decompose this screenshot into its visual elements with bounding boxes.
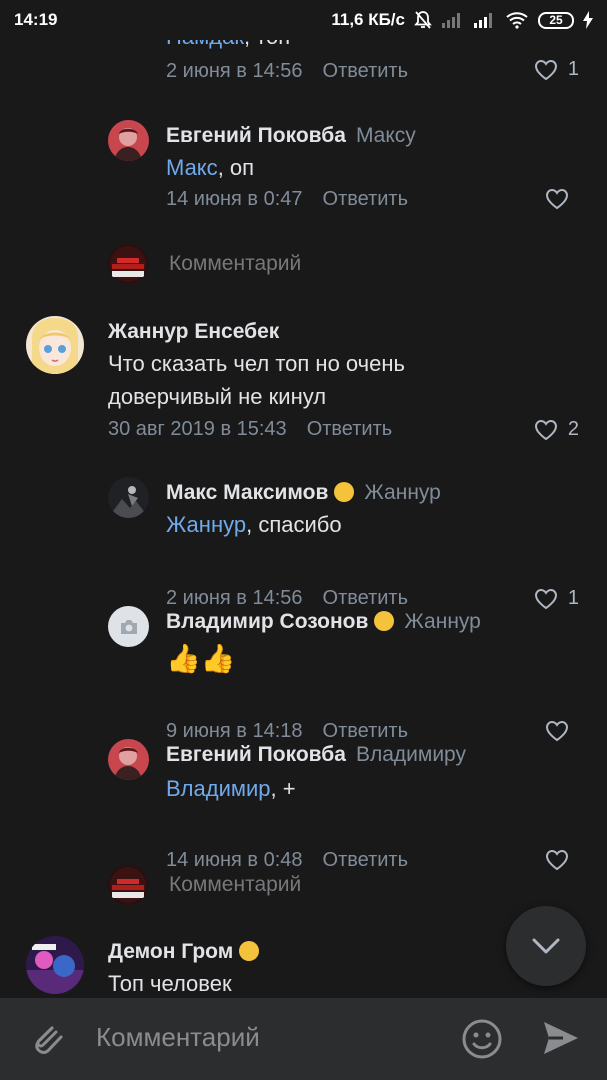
camera-icon — [120, 619, 137, 634]
comment-text: Намдак, топ — [166, 40, 607, 53]
comment-meta: 2 июня в 14:56 Ответить — [166, 60, 408, 83]
comment-text: Что сказать чел топ но очень доверчивый … — [108, 351, 405, 409]
like-count: 1 — [567, 58, 579, 80]
avatar[interactable] — [108, 120, 149, 161]
like-button[interactable] — [545, 188, 579, 210]
reply-to: Жаннур — [364, 481, 441, 504]
author-name[interactable]: Макс Максимов — [166, 481, 328, 504]
avatar[interactable] — [108, 606, 149, 647]
status-bar: 14:19 11,6 КБ/с 25 — [0, 0, 607, 40]
reply-prompt[interactable]: Комментарий — [0, 865, 607, 907]
comment-item: Жаннур Енсебек Что сказать чел топ но оч… — [0, 316, 607, 446]
battery-icon: 25 — [538, 11, 574, 29]
avatar[interactable] — [108, 477, 149, 518]
avatar[interactable] — [26, 316, 84, 374]
my-avatar — [108, 244, 148, 284]
emoji-smile-icon[interactable] — [461, 1018, 503, 1065]
mention-link[interactable]: Намдак — [166, 40, 244, 49]
author-name[interactable]: Евгений Поковба — [166, 124, 346, 147]
sunglasses-emoji-icon — [374, 611, 395, 631]
reply-prompt-label[interactable]: Комментарий — [169, 873, 301, 897]
comment-meta: 14 июня в 0:47 Ответить — [166, 188, 408, 211]
comment-author: Жаннур Енсебек — [108, 320, 279, 344]
reply-button[interactable]: Ответить — [323, 60, 409, 82]
comment-meta: 30 авг 2019 в 15:43 Ответить — [108, 418, 392, 441]
mute-icon — [414, 10, 432, 30]
author-name[interactable]: Евгений Поковба — [166, 743, 346, 766]
status-right: 11,6 КБ/с 25 — [331, 10, 593, 30]
wifi-icon — [505, 11, 529, 29]
signal-icon — [441, 11, 463, 29]
reply-to: Максу — [355, 124, 416, 147]
author-name[interactable]: Владимир Созонов — [166, 610, 368, 633]
reply-prompt[interactable]: Комментарий — [0, 244, 607, 286]
chevron-down-icon — [532, 938, 560, 954]
like-button[interactable]: 2 — [534, 418, 579, 441]
author-name[interactable]: Демон Гром — [108, 940, 233, 963]
comment-author: Демон Гром — [108, 940, 260, 964]
comment-text: Жаннур, спасибо — [166, 512, 342, 537]
comment-author: Макс Максимов Жаннур — [166, 481, 441, 505]
comment-date: 14 июня в 0:47 — [166, 188, 303, 210]
like-button[interactable]: 1 — [534, 58, 579, 81]
my-avatar — [108, 865, 148, 905]
heart-icon — [534, 419, 557, 440]
comment-item: Макс Максимов Жаннур Жаннур, спасибо 2 ию… — [0, 477, 607, 609]
sunglasses-emoji-icon — [239, 941, 260, 961]
heart-icon — [545, 188, 569, 210]
charging-icon — [583, 11, 593, 29]
comment-author: Евгений Поковба Максу — [166, 124, 416, 148]
avatar[interactable] — [108, 739, 149, 780]
status-time: 14:19 — [14, 10, 58, 29]
comments-feed[interactable]: Намдак, топ 2 июня в 14:56 Ответить 1 Евг… — [0, 40, 607, 998]
attach-icon[interactable] — [28, 1018, 64, 1063]
smile-emoji-icon — [334, 482, 355, 502]
reply-prompt-label[interactable]: Комментарий — [169, 252, 301, 276]
like-count: 2 — [567, 418, 579, 440]
comment-input[interactable] — [96, 1022, 436, 1053]
heart-icon — [534, 59, 557, 80]
comment-author: Владимир Созонов Жаннур — [166, 610, 481, 634]
reply-to: Жаннур — [404, 610, 481, 633]
author-name[interactable]: Жаннур Енсебек — [108, 320, 279, 343]
comment-date: 2 июня в 14:56 — [166, 60, 303, 82]
network-speed: 11,6 КБ/с — [331, 10, 405, 29]
avatar[interactable] — [26, 936, 84, 994]
comment-item: Евгений Поковба Владимиру Владимир, + 14 … — [0, 739, 607, 871]
comment-item: Евгений Поковба Максу Макс, оп 14 июня в … — [0, 120, 607, 220]
comment-date: 30 авг 2019 в 15:43 — [108, 418, 287, 440]
comment-author: Евгений Поковба Владимиру — [166, 743, 466, 767]
comment-composer — [0, 998, 607, 1080]
reply-button[interactable]: Ответить — [323, 188, 409, 210]
scroll-down-button[interactable] — [506, 906, 586, 986]
reply-to: Владимиру — [355, 743, 466, 766]
comment-text: 👍👍 — [166, 643, 236, 674]
comment-text: Владимир, + — [166, 776, 296, 801]
comment-text: Макс, оп — [166, 155, 255, 180]
mention-link[interactable]: Жаннур — [166, 512, 246, 537]
send-icon[interactable] — [540, 1018, 580, 1063]
reply-button[interactable]: Ответить — [307, 418, 393, 440]
comment-item: Владимир Созонов Жаннур 👍👍 9 июня в 14:18… — [0, 606, 607, 742]
mention-link[interactable]: Макс — [166, 155, 218, 180]
mention-link[interactable]: Владимир — [166, 776, 271, 801]
comment-text: Топ человек — [108, 971, 232, 996]
signal-icon-2 — [472, 11, 496, 29]
comment-item: Намдак, топ 2 июня в 14:56 Ответить 1 — [0, 40, 607, 100]
